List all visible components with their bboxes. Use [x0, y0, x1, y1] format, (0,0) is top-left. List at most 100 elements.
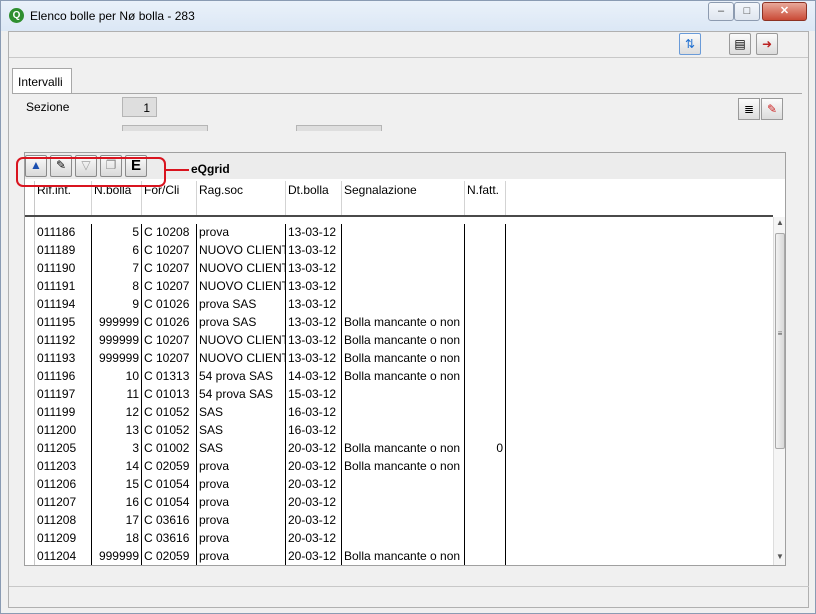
cell-dt-bolla[interactable]: 14-03-12 — [286, 368, 342, 386]
cell-rif-int[interactable]: 011191 — [35, 278, 92, 296]
tab-intervalli[interactable]: Intervalli — [12, 68, 72, 94]
cell-dt-bolla[interactable]: 16-03-12 — [286, 404, 342, 422]
cell-dt-bolla[interactable]: 20-03-12 — [286, 530, 342, 548]
cell-for-cli[interactable]: C 01054 — [142, 476, 197, 494]
cell-segnalazione[interactable] — [342, 260, 465, 278]
table-row[interactable]: 011190 7 C 10207 NUOVO CLIENT 13-03-12 — [35, 260, 773, 278]
cell-for-cli[interactable]: C 10207 — [142, 332, 197, 350]
sync-button[interactable]: ⇅ — [679, 33, 701, 55]
hidden-field-b[interactable] — [296, 125, 382, 131]
cell-rag-soc[interactable]: prova — [197, 458, 286, 476]
cell-for-cli[interactable]: C 03616 — [142, 530, 197, 548]
table-row[interactable]: 011191 8 C 10207 NUOVO CLIENT 13-03-12 — [35, 278, 773, 296]
cell-dt-bolla[interactable]: 20-03-12 — [286, 512, 342, 530]
cell-n-bolla[interactable]: 14 — [92, 458, 142, 476]
print-button[interactable]: ▤ — [729, 33, 751, 55]
cell-rif-int[interactable]: 011208 — [35, 512, 92, 530]
cell-rif-int[interactable]: 011197 — [35, 386, 92, 404]
vertical-scroll-thumb[interactable]: ≡ — [775, 233, 785, 449]
cell-rag-soc[interactable]: prova SAS — [197, 314, 286, 332]
cell-dt-bolla[interactable]: 20-03-12 — [286, 494, 342, 512]
table-row[interactable]: 011194 9 C 01026 prova SAS 13-03-12 — [35, 296, 773, 314]
cell-rag-soc[interactable]: prova — [197, 530, 286, 548]
cell-n-bolla[interactable]: 999999 — [92, 350, 142, 368]
cell-rag-soc[interactable]: prova — [197, 512, 286, 530]
cell-n-fatt[interactable]: 0 — [465, 440, 506, 458]
cell-rif-int[interactable]: 011204 — [35, 548, 92, 565]
cell-segnalazione[interactable] — [342, 476, 465, 494]
cell-n-bolla[interactable]: 6 — [92, 242, 142, 260]
table-row[interactable]: 011206 15 C 01054 prova 20-03-12 — [35, 476, 773, 494]
cell-n-bolla[interactable]: 9 — [92, 296, 142, 314]
cell-dt-bolla[interactable]: 13-03-12 — [286, 278, 342, 296]
cell-n-fatt[interactable] — [465, 350, 506, 368]
cell-rif-int[interactable]: 011199 — [35, 404, 92, 422]
cell-n-bolla[interactable]: 3 — [92, 440, 142, 458]
minimize-button[interactable]: – — [708, 2, 734, 21]
cell-rif-int[interactable]: 011203 — [35, 458, 92, 476]
cell-segnalazione[interactable]: Bolla mancante o non — [342, 332, 465, 350]
cell-segnalazione[interactable] — [342, 494, 465, 512]
table-row[interactable]: 011208 17 C 03616 prova 20-03-12 — [35, 512, 773, 530]
cell-dt-bolla[interactable]: 15-03-12 — [286, 386, 342, 404]
cell-rag-soc[interactable]: NUOVO CLIENT — [197, 332, 286, 350]
cell-for-cli[interactable]: C 01054 — [142, 494, 197, 512]
cell-for-cli[interactable]: C 03616 — [142, 512, 197, 530]
cell-rag-soc[interactable]: SAS — [197, 440, 286, 458]
cell-segnalazione[interactable] — [342, 224, 465, 242]
cell-n-fatt[interactable] — [465, 260, 506, 278]
cell-n-bolla[interactable]: 18 — [92, 530, 142, 548]
cell-n-fatt[interactable] — [465, 332, 506, 350]
exit-button[interactable]: ➜ — [756, 33, 778, 55]
cell-rif-int[interactable]: 011206 — [35, 476, 92, 494]
cell-n-fatt[interactable] — [465, 386, 506, 404]
cell-segnalazione[interactable]: Bolla mancante o non — [342, 440, 465, 458]
cell-for-cli[interactable]: C 10207 — [142, 278, 197, 296]
cell-dt-bolla[interactable]: 20-03-12 — [286, 458, 342, 476]
cell-n-bolla[interactable]: 17 — [92, 512, 142, 530]
cell-for-cli[interactable]: C 02059 — [142, 548, 197, 565]
table-row[interactable]: 011197 11 C 01013 54 prova SAS 15-03-12 — [35, 386, 773, 404]
cell-n-bolla[interactable]: 15 — [92, 476, 142, 494]
cell-dt-bolla[interactable]: 13-03-12 — [286, 224, 342, 242]
cell-segnalazione[interactable]: Bolla mancante o non — [342, 314, 465, 332]
cell-n-bolla[interactable]: 5 — [92, 224, 142, 242]
cell-rif-int[interactable]: 011192 — [35, 332, 92, 350]
cell-rag-soc[interactable]: NUOVO CLIENT — [197, 260, 286, 278]
cell-rif-int[interactable]: 011186 — [35, 224, 92, 242]
cell-n-fatt[interactable] — [465, 224, 506, 242]
table-row[interactable]: 011209 18 C 03616 prova 20-03-12 — [35, 530, 773, 548]
cell-rag-soc[interactable]: prova — [197, 494, 286, 512]
col-header-segnalazione[interactable]: Segnalazione — [342, 181, 465, 215]
edit-button[interactable]: ✎ — [761, 98, 783, 120]
cell-dt-bolla[interactable]: 13-03-12 — [286, 242, 342, 260]
col-header-rag-soc[interactable]: Rag.soc — [197, 181, 286, 215]
table-row[interactable]: 011207 16 C 01054 prova 20-03-12 — [35, 494, 773, 512]
table-row[interactable]: 011192 999999 C 10207 NUOVO CLIENT 13-03-12 B… — [35, 332, 773, 350]
cell-for-cli[interactable]: C 01026 — [142, 296, 197, 314]
table-row[interactable]: 011195 999999 C 01026 prova SAS 13-03-12 Boll… — [35, 314, 773, 332]
cell-rag-soc[interactable]: 54 prova SAS — [197, 368, 286, 386]
cell-n-bolla[interactable]: 12 — [92, 404, 142, 422]
cell-n-fatt[interactable] — [465, 512, 506, 530]
cell-segnalazione[interactable]: Bolla mancante o non — [342, 368, 465, 386]
cell-rif-int[interactable]: 011190 — [35, 260, 92, 278]
cell-n-fatt[interactable] — [465, 278, 506, 296]
scroll-down-arrow-icon[interactable]: ▼ — [774, 551, 785, 563]
cell-n-fatt[interactable] — [465, 548, 506, 565]
cell-segnalazione[interactable] — [342, 512, 465, 530]
cell-rag-soc[interactable]: NUOVO CLIENT — [197, 242, 286, 260]
cell-rag-soc[interactable]: NUOVO CLIENT — [197, 278, 286, 296]
cell-rag-soc[interactable]: prova — [197, 224, 286, 242]
cell-rif-int[interactable]: 011193 — [35, 350, 92, 368]
table-row[interactable]: 011196 10 C 01313 54 prova SAS 14-03-12 Bolla… — [35, 368, 773, 386]
cell-n-bolla[interactable]: 999999 — [92, 314, 142, 332]
cell-segnalazione[interactable]: Bolla mancante o non — [342, 548, 465, 565]
cell-rag-soc[interactable]: prova — [197, 548, 286, 565]
cell-rif-int[interactable]: 011196 — [35, 368, 92, 386]
cell-rif-int[interactable]: 011207 — [35, 494, 92, 512]
vertical-scrollbar[interactable]: ▲ ≡ ▼ — [773, 217, 785, 565]
cell-for-cli[interactable]: C 10207 — [142, 350, 197, 368]
cell-for-cli[interactable]: C 02059 — [142, 458, 197, 476]
cell-dt-bolla[interactable]: 16-03-12 — [286, 422, 342, 440]
